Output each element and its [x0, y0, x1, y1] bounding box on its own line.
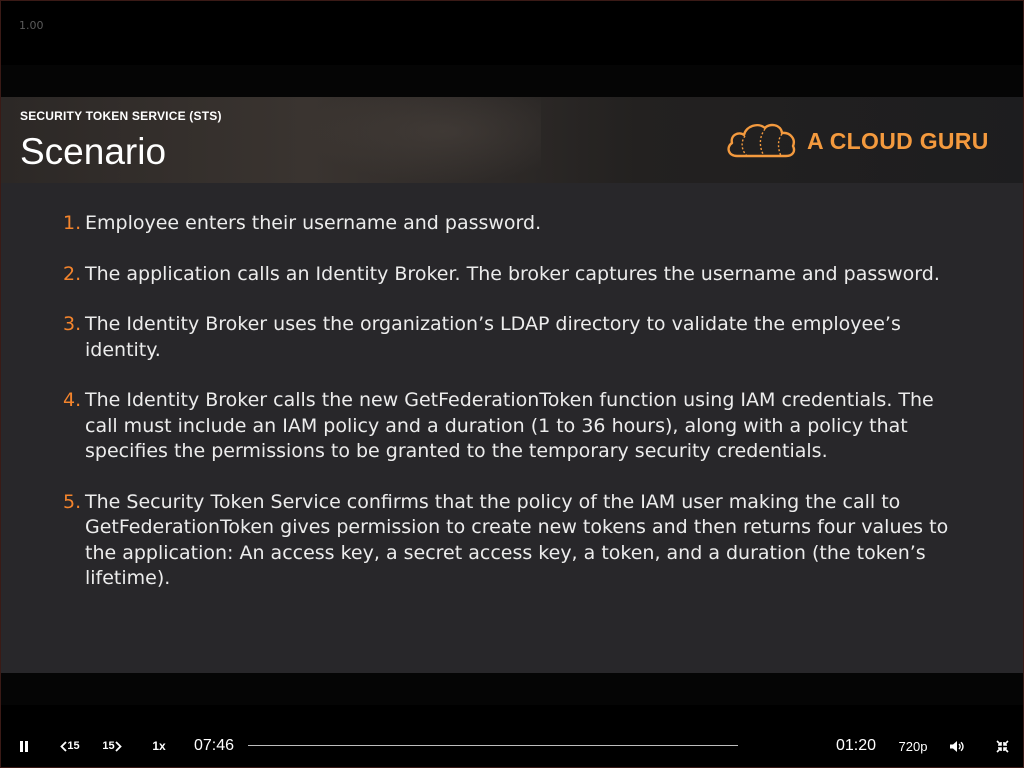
pause-icon: [20, 740, 28, 752]
playback-speed-button[interactable]: 1x: [147, 729, 171, 763]
brand-name: A CLOUD GURU: [807, 127, 989, 154]
step-number: 4.: [63, 389, 82, 411]
exit-fullscreen-icon: [995, 739, 1009, 753]
step-number: 2.: [63, 262, 82, 285]
step-text: Employee enters their username and passw…: [85, 212, 542, 234]
letterbox-bottom: [1, 673, 1023, 705]
version-label: 1.00: [19, 19, 44, 32]
letterbox-top: [1, 65, 1023, 97]
chevron-left-icon: [60, 740, 68, 752]
step-number: 1.: [63, 212, 82, 234]
volume-button[interactable]: [947, 729, 967, 763]
list-item: 4. The Identity Broker calls the new Get…: [63, 388, 963, 465]
exit-fullscreen-button[interactable]: [992, 729, 1012, 763]
slide: SECURITY TOKEN SERVICE (STS) Scenario A …: [1, 97, 1023, 673]
step-number: 3.: [63, 313, 82, 335]
video-player: 1.00 SECURITY TOKEN SERVICE (STS) Scenar…: [0, 0, 1024, 768]
step-text: The Security Token Service confirms that…: [85, 490, 949, 590]
cloud-logo-icon: [727, 123, 796, 158]
step-text: The application calls an Identity Broker…: [85, 262, 940, 285]
list-item: 5. The Security Token Service confirms t…: [63, 490, 963, 592]
rewind-15-button[interactable]: 15: [57, 729, 83, 763]
player-controls: 15 15 1x 07:46 01:20 720p: [1, 729, 1023, 763]
list-item: 2. The application calls an Identity Bro…: [63, 262, 963, 288]
chevron-right-icon: [114, 740, 122, 752]
quality-button[interactable]: 720p: [897, 729, 929, 763]
header-background-image: [301, 97, 541, 183]
section-label: SECURITY TOKEN SERVICE (STS): [20, 109, 222, 123]
step-text: The Identity Broker uses the organizatio…: [85, 313, 901, 361]
time-elapsed: 07:46: [194, 737, 235, 754]
rewind-label: 15: [67, 740, 80, 752]
list-item: 1. Employee enters their username and pa…: [63, 211, 963, 237]
progress-bar[interactable]: [248, 745, 738, 746]
volume-icon: [950, 740, 964, 752]
pause-button[interactable]: [13, 729, 35, 763]
step-number: 5.: [63, 490, 82, 513]
brand-logo: A CLOUD GURU: [723, 119, 989, 163]
slide-title: Scenario: [20, 131, 167, 172]
forward-15-button[interactable]: 15: [98, 729, 126, 763]
steps-list: 1. Employee enters their username and pa…: [63, 211, 963, 617]
step-text: The Identity Broker calls the new GetFed…: [85, 389, 934, 462]
time-remaining: 01:20: [836, 737, 877, 754]
forward-label: 15: [102, 740, 115, 752]
slide-header: SECURITY TOKEN SERVICE (STS) Scenario A …: [1, 97, 1023, 183]
list-item: 3. The Identity Broker uses the organiza…: [63, 312, 963, 363]
